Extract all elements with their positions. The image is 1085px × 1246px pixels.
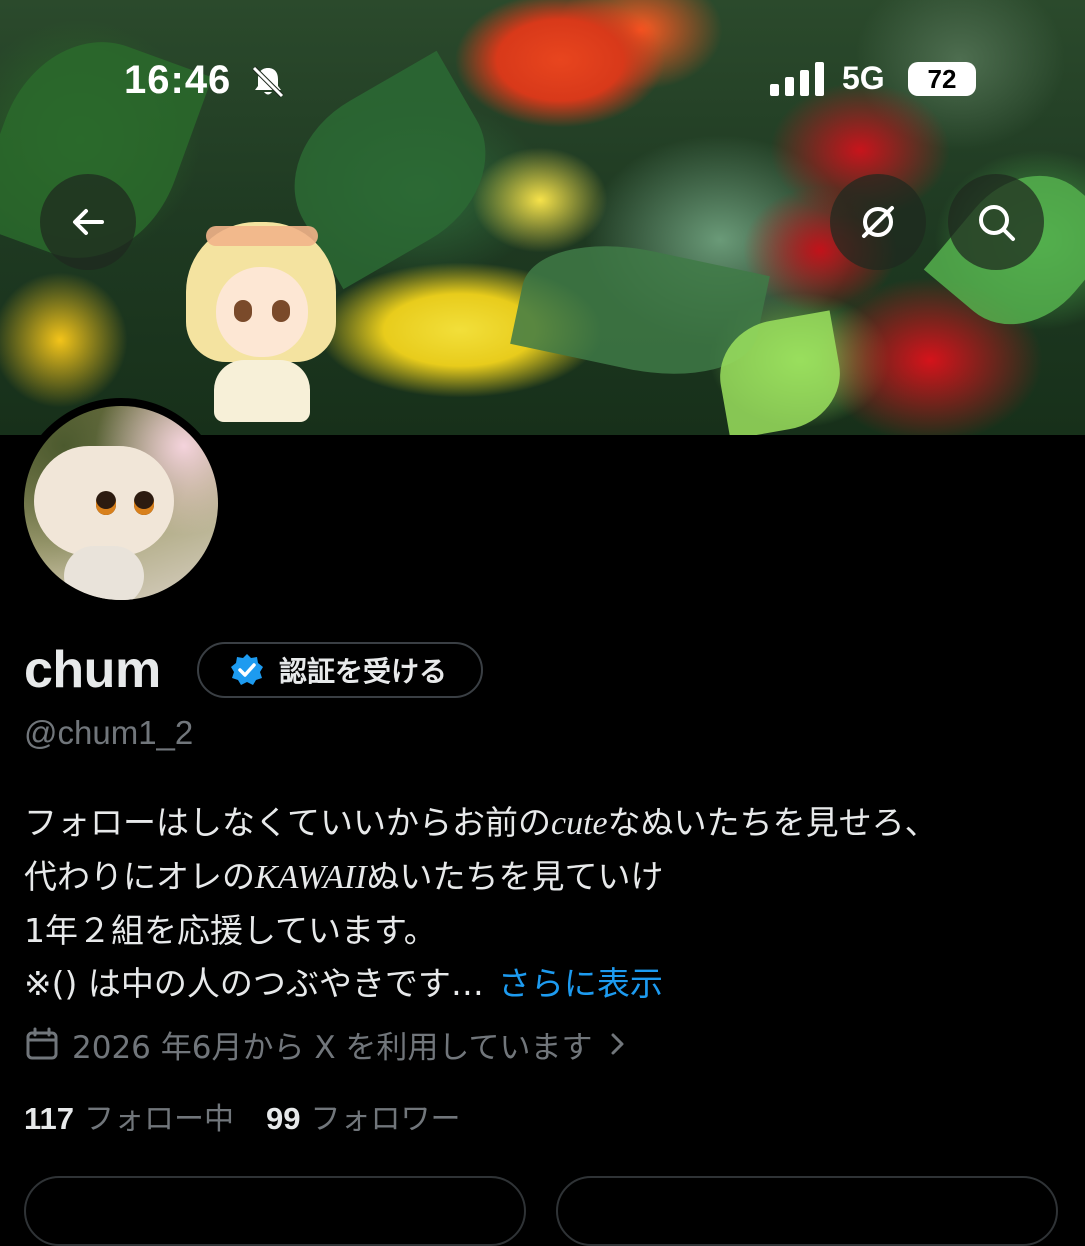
status-time: 16:46	[124, 58, 232, 102]
profile-avatar[interactable]	[16, 398, 226, 608]
signal-bars-icon	[770, 62, 824, 96]
slashed-circle-icon	[862, 206, 894, 238]
profile-name: chum	[24, 641, 161, 699]
bio-line-3: 1年２組を応援しています。	[24, 911, 437, 950]
joined-date-row[interactable]: 2026 年6月から X を利用しています	[24, 1022, 642, 1066]
bio-line-1: フォローはしなくていいからお前のcuteなぬいたちを見せろ、	[24, 803, 938, 842]
back-button[interactable]	[40, 174, 136, 270]
chevron-right-icon	[611, 1033, 624, 1055]
battery-indicator: 72	[908, 62, 976, 96]
profile-handle: @chum1_2	[24, 714, 194, 751]
search-icon	[979, 205, 1015, 241]
followers-link[interactable]: 99 フォロワー	[266, 1094, 460, 1138]
bell-slash-icon	[252, 66, 284, 98]
get-verified-button[interactable]: 認証を受ける	[197, 642, 483, 698]
followers-count: 99	[266, 1101, 301, 1136]
profile-action-button-left[interactable]	[24, 1176, 526, 1246]
following-label: フォロー中	[84, 1102, 235, 1137]
show-more-link[interactable]: さらに表示	[498, 964, 663, 1003]
bio-line-4: ※() は中の人のつぶやきです… さらに表示	[24, 964, 663, 1003]
grok-button[interactable]	[830, 174, 926, 270]
follow-stats: 117 フォロー中 99 フォロワー	[24, 1094, 493, 1138]
verified-badge-icon	[231, 654, 263, 685]
search-button[interactable]	[948, 174, 1044, 270]
profile-bio: フォローはしなくていいからお前のcuteなぬいたちを見せろ、 代わりにオレのKA…	[24, 796, 1074, 1010]
following-count: 117	[24, 1101, 75, 1136]
followers-label: フォロワー	[310, 1102, 461, 1137]
banner-plush-doll	[186, 222, 336, 422]
arrow-left-icon	[73, 209, 104, 235]
get-verified-label: 認証を受ける	[279, 655, 448, 688]
network-type: 5G	[842, 60, 885, 96]
following-link[interactable]: 117 フォロー中	[24, 1094, 234, 1138]
joined-date-text: 2026 年6月から X を利用しています	[72, 1029, 593, 1066]
profile-action-button-right[interactable]	[556, 1176, 1058, 1246]
avatar-image	[24, 406, 218, 600]
bio-line-2: 代わりにオレのKAWAIIぬいたちを見ていけ	[24, 857, 664, 896]
calendar-icon	[26, 1027, 58, 1060]
